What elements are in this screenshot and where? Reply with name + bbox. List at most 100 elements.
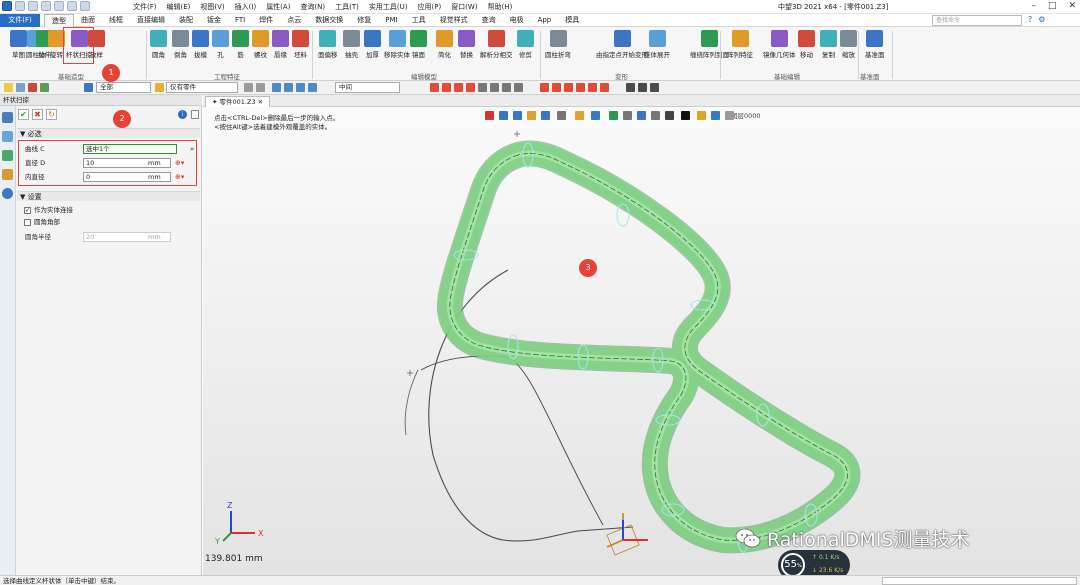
tab-item[interactable]: FTI [228,14,252,27]
snap-edge-icon[interactable] [564,83,573,92]
tab-item[interactable]: 查询 [475,14,503,27]
select-icon[interactable] [4,83,13,92]
cancel-icon[interactable]: ✖ [32,109,43,120]
tab-item[interactable]: 焊件 [252,14,280,27]
menu-tools[interactable]: 工具(T) [335,2,359,12]
settings-icon[interactable]: ⚙ [1038,15,1045,24]
save-icon[interactable] [41,1,51,11]
snap-arc-icon[interactable] [478,83,487,92]
fillet-corner-checkbox[interactable]: 圆角角部 [24,217,60,227]
solid-join-checkbox[interactable]: ✓ 作为实体连接 [24,205,73,215]
ribbon-button[interactable]: 面偏移 [318,30,338,72]
ribbon-button[interactable]: 抽壳 [343,30,360,72]
info-icon[interactable]: i [178,110,187,119]
maximize-icon[interactable]: □ [1048,1,1057,11]
menu-insert[interactable]: 插入(I) [235,2,257,12]
snap3-icon[interactable] [272,83,281,92]
snap-grid-icon[interactable] [540,83,549,92]
snap-tan-icon[interactable] [490,83,499,92]
view-icon[interactable] [2,169,13,180]
tab-item[interactable]: PMI [378,14,404,27]
undo-icon[interactable] [67,1,77,11]
tab-item[interactable]: 钣金 [200,14,228,27]
ribbon-button[interactable]: 镜像几何体 [763,30,796,72]
snap-intersect-icon[interactable] [588,83,597,92]
snap-mid-icon[interactable] [442,83,451,92]
snap-center-icon[interactable] [466,83,475,92]
open-icon[interactable] [28,1,38,11]
menu-view[interactable]: 视图(V) [200,2,224,12]
tab-item[interactable]: 曲面 [74,14,102,27]
tab-item[interactable]: 模具 [558,14,586,27]
expand-icon[interactable]: » [190,143,194,155]
doc-icon[interactable] [191,110,199,119]
ribbon-button[interactable]: 倒角 [172,30,189,72]
command-search-input[interactable]: 查找命令 [932,15,1022,26]
snap5-icon[interactable] [296,83,305,92]
snap-curve-icon[interactable] [600,83,609,92]
snap-extra3-icon[interactable] [650,83,659,92]
tab-item[interactable]: 电极 [503,14,531,27]
curve-input[interactable]: 选中1个 [83,144,177,154]
menu-apps[interactable]: 应用(P) [418,2,442,12]
model-canvas[interactable]: Z X Y [203,95,1080,575]
menu-file[interactable]: 文件(F) [133,2,157,12]
ribbon-button[interactable]: 锥体展开 [644,30,670,72]
snap-perp-icon[interactable] [502,83,511,92]
snap4-icon[interactable] [284,83,293,92]
ribbon-button[interactable]: 缠绕阵列到面 [690,30,729,72]
ribbon-button[interactable]: 镜面 [410,30,427,72]
tab-item[interactable]: 线框 [102,14,130,27]
ribbon-button[interactable]: 草图 [10,30,27,72]
ribbon-button[interactable]: 复制 [820,30,837,72]
minimize-icon[interactable]: – [1031,1,1036,11]
snap-vertex-icon[interactable] [576,83,585,92]
close-icon[interactable]: ✕ [1068,1,1076,11]
ribbon-button[interactable]: 放样 [88,30,105,72]
snap6-icon[interactable] [308,83,317,92]
snap-quad-icon[interactable] [514,83,523,92]
ribbon-button[interactable]: 基准面 [865,30,885,72]
tab-item[interactable]: 数据交换 [308,14,350,27]
ribbon-button[interactable]: 筋 [232,30,249,72]
help-icon[interactable]: ? [1028,15,1032,24]
new-icon[interactable] [15,1,25,11]
menu-query[interactable]: 查询(N) [300,2,325,12]
snap-extra2-icon[interactable] [638,83,647,92]
scope-icon[interactable] [155,83,164,92]
part-icon[interactable] [84,83,93,92]
ribbon-button[interactable]: 简化 [436,30,453,72]
ribbon-button[interactable]: 解析分相交 [480,30,513,72]
tab-file[interactable]: 文件(F) [0,14,40,27]
filter-select[interactable]: 全部 [96,82,151,93]
ribbon-button[interactable]: 移动 [798,30,815,72]
ribbon-button[interactable]: 孔 [212,30,229,72]
tab-item[interactable]: 工具 [405,14,433,27]
tab-item[interactable]: 修复 [350,14,378,27]
3d-viewport[interactable]: ✦ 零件001.Z3 ✕ 图层0000 点击<CTRL-Del>删除最后一步的输… [203,95,1080,575]
required-section[interactable]: ▼ 必选 [17,128,200,138]
scope-select[interactable]: 仅有零件 [166,82,238,93]
tab-item[interactable]: 造型 [44,14,74,27]
tab-item[interactable]: App [531,14,559,27]
assembly-icon[interactable] [2,131,13,142]
ribbon-button[interactable]: 由指定点开始变形 [596,30,648,72]
tab-item[interactable]: 装配 [172,14,200,27]
ribbon-button[interactable]: 移除实体 [384,30,410,72]
ribbon-button[interactable]: 修剪 [517,30,534,72]
ok-icon[interactable]: ✔ [18,109,29,120]
ribbon-button[interactable]: 缩放 [840,30,857,72]
menu-edit[interactable]: 编辑(E) [167,2,191,12]
snap-icon[interactable] [244,83,253,92]
snap-point-icon[interactable] [430,83,439,92]
pick-icon[interactable] [28,83,37,92]
snap-end-icon[interactable] [454,83,463,92]
diameter-option-icon[interactable]: ⊕▾ [175,157,184,169]
user-icon[interactable] [2,188,13,199]
ribbon-button[interactable]: 唇缘 [272,30,289,72]
snap2-icon[interactable] [256,83,265,92]
tab-item[interactable]: 视觉样式 [433,14,475,27]
ribbon-button[interactable]: 圆角 [150,30,167,72]
redo-icon[interactable] [80,1,90,11]
snap-extra-icon[interactable] [626,83,635,92]
